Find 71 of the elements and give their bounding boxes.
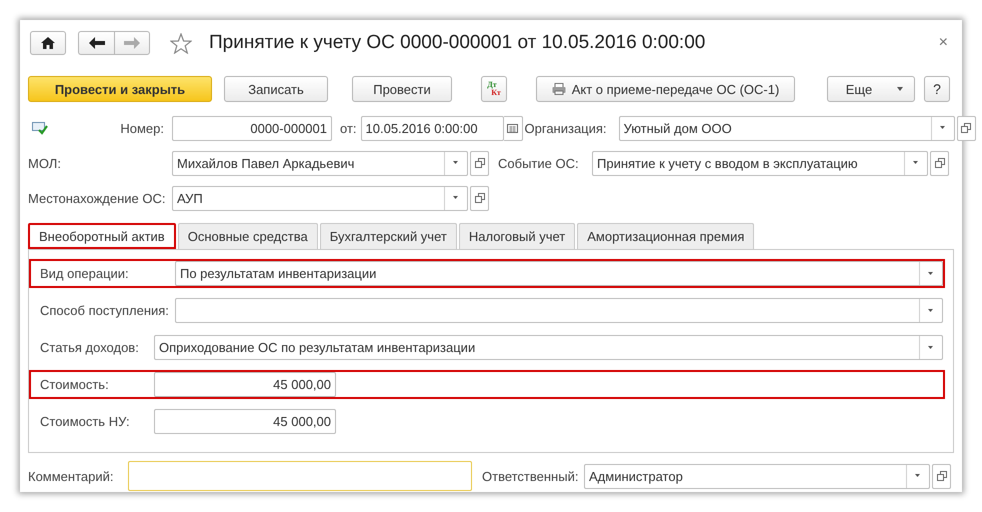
tab[interactable]: Амортизационная премия [577, 223, 754, 249]
tab[interactable]: Налоговый учет [458, 223, 576, 249]
amount-field[interactable]: 45 000,00 [154, 372, 336, 397]
tab[interactable]: Бухгалтерский учет [320, 223, 457, 249]
field-label: от: [340, 120, 357, 136]
credit-label: Кт [491, 89, 501, 97]
field-label: Способ поступления: [40, 303, 170, 318]
tab[interactable]: Основные средства [178, 223, 318, 249]
open-button[interactable] [956, 116, 976, 140]
open-button[interactable] [470, 186, 489, 210]
back-button[interactable] [78, 31, 114, 55]
field-label: Комментарий: [28, 468, 114, 484]
back-arrow-icon [88, 37, 104, 49]
calendar-icon [507, 124, 518, 132]
field-label: Статья доходов: [40, 340, 140, 355]
tab[interactable]: Внеоборотный актив [28, 223, 176, 249]
field-label: Событие ОС: [498, 156, 580, 170]
date-field[interactable]: 10.05.2016 0:00:00 [360, 116, 504, 140]
field-label: Стоимость НУ: [40, 414, 131, 429]
toolbar-button[interactable]: Записать [224, 76, 328, 102]
caret-icon [914, 473, 922, 479]
debit-label: Дт [487, 81, 497, 89]
windows-icon [961, 123, 972, 133]
home-icon [41, 37, 55, 49]
field-label: Вид операции: [40, 266, 130, 281]
location-field[interactable]: АУП [172, 186, 468, 210]
caret-icon [938, 125, 947, 131]
caret-icon [927, 344, 935, 350]
field-label: Организация: [524, 120, 608, 136]
mol-field[interactable]: Михайлов Павел Аркадьевич [172, 150, 468, 176]
help-button[interactable]: ? [924, 76, 950, 102]
caret-icon [452, 160, 460, 166]
windows-icon [934, 158, 944, 168]
window-title: Принятие к учету ОС 0000-000001 от 10.05.2016 0:00:00 [209, 32, 706, 54]
toolbar-button[interactable]: Провести [352, 76, 452, 102]
caret-icon [912, 160, 920, 166]
field-label: Ответственный: [482, 468, 580, 484]
event-field[interactable]: Принятие к учету с вводом в эксплуатацию [592, 150, 928, 176]
more-button[interactable]: Еще [827, 76, 915, 102]
open-button[interactable] [470, 150, 489, 176]
forward-arrow-icon [124, 37, 140, 49]
debit-credit-button[interactable]: Дт Кт [481, 76, 507, 102]
print-label: Акт о приеме-передаче ОС (ОС-1) [572, 82, 780, 96]
close-button[interactable]: × [932, 34, 954, 52]
organization-field[interactable]: Уютный дом ООО [618, 116, 955, 140]
home-button[interactable] [30, 31, 66, 55]
print-button[interactable]: Акт о приеме-передаче ОС (ОС-1) [536, 76, 795, 102]
field-label: Номер: [119, 120, 165, 136]
windows-icon [474, 193, 484, 203]
caret-icon [927, 308, 935, 314]
open-button[interactable] [930, 150, 949, 176]
select-field[interactable]: Оприходование ОС по результатам инвентаризации [154, 335, 943, 360]
windows-icon [474, 158, 484, 168]
select-field[interactable]: По результатам инвентаризации [175, 261, 943, 286]
printer-icon [552, 83, 566, 95]
calendar-button[interactable] [504, 116, 523, 140]
number-field[interactable]: 0000-000001 [172, 116, 332, 140]
caret-icon [452, 195, 460, 201]
field-label: МОЛ: [28, 156, 62, 170]
open-button[interactable] [932, 464, 951, 488]
responsible-field[interactable]: Администратор [584, 464, 930, 488]
field-label: Стоимость: [40, 377, 110, 392]
field-label: Местонахождение ОС: [28, 190, 166, 206]
windows-icon [936, 471, 946, 481]
more-label: Еще [846, 82, 872, 96]
caret-icon [927, 270, 935, 276]
caret-icon [896, 86, 904, 92]
post-and-close-button[interactable]: Провести и закрыть [28, 76, 212, 102]
select-field[interactable] [175, 298, 943, 323]
amount-field[interactable]: 45 000,00 [154, 409, 336, 434]
comment-field[interactable] [128, 461, 472, 491]
